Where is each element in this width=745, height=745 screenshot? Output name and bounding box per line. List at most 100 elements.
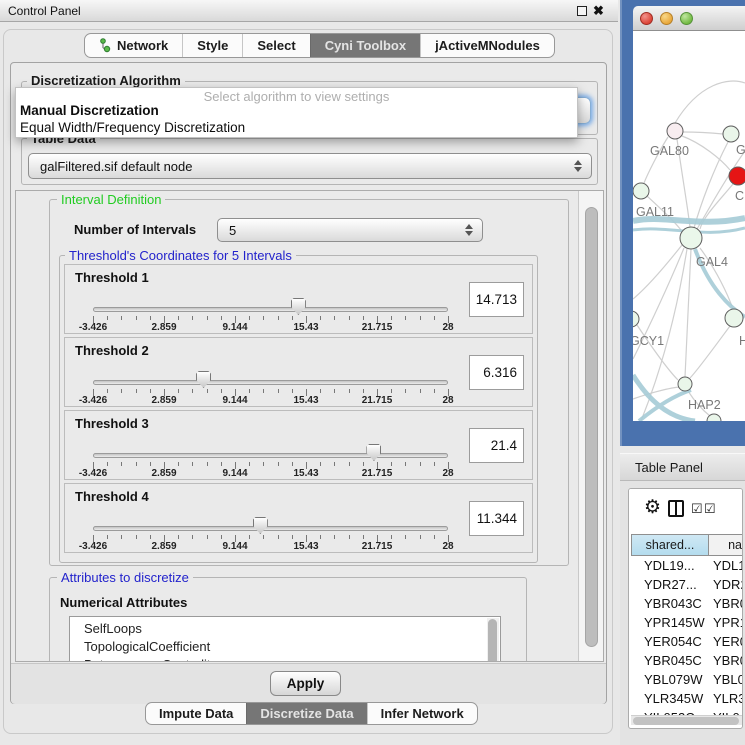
network-node-c[interactable] [729,167,745,185]
table-data-combo[interactable]: galFiltered.sif default node [28,153,592,179]
attributes-list-scrollbar[interactable] [487,618,499,662]
cell-shared-name[interactable]: YIL052C [631,708,709,715]
bottom-tab-impute-data[interactable]: Impute Data [146,703,246,724]
network-canvas[interactable]: GAL80GACGAL11GAL4GCY1HHAP2 [633,31,745,421]
network-node-label: GAL4 [696,255,728,269]
network-node-gcy1[interactable] [633,311,639,327]
network-node-gal80[interactable] [667,123,683,139]
network-window-titlebar[interactable] [633,6,745,31]
table-row[interactable]: YDR27...YDR2 [631,575,743,594]
cell-shared-name[interactable]: YDR27... [631,575,709,594]
table-panel-titlebar: Table Panel [620,453,745,481]
checked-box-icon[interactable]: ☑ [691,501,703,517]
bottom-tab-infer-network[interactable]: Infer Network [367,703,477,724]
bottom-tab-label: Infer Network [381,706,464,721]
tab-label: jActiveMNodules [435,38,540,53]
close-traffic-light-icon[interactable] [640,12,653,25]
attribute-item-selfloops[interactable]: SelfLoops [70,620,500,638]
attribute-item-topologicalcoefficient[interactable]: TopologicalCoefficient [70,638,500,656]
slider-thumb[interactable] [291,298,306,315]
slider-track[interactable] [93,380,448,385]
attribute-item-betweennesscentrality[interactable]: BetweennessCentrality [70,656,500,662]
threshold-value-field[interactable]: 11.344 [469,501,524,536]
zoom-traffic-light-icon[interactable] [680,12,693,25]
threshold-panel-threshold-2: Threshold 2-3.4262.8599.14415.4321.71528… [64,337,533,407]
cell-shared-name[interactable]: YDL19... [631,556,709,575]
cell-shared-name[interactable]: YBL079W [631,670,709,689]
algorithm-option-manual-discretization[interactable]: Manual Discretization [20,103,159,118]
table-toolbar: ⚙ ☑ ☑ [629,489,742,529]
tab-style[interactable]: Style [182,34,242,57]
slider-track[interactable] [93,453,448,458]
attributes-list[interactable]: SelfLoopsTopologicalCoefficientBetweenne… [69,616,501,662]
cell-shared-name[interactable]: YLR345W [631,689,709,708]
cell-name[interactable]: YBR0 [709,651,743,670]
cell-name[interactable]: YIL0 [709,708,743,715]
cell-name[interactable]: YDL1 [709,556,743,575]
network-node-gal4[interactable] [680,227,702,249]
close-icon[interactable]: ✖ [593,2,604,20]
screen: Control Panel ✖ NetworkStyleSelectCyni T… [0,0,745,745]
table-row[interactable]: YBL079WYBL0 [631,670,743,689]
threshold-value-field[interactable]: 21.4 [469,428,524,463]
table-row[interactable]: YBR045CYBR0 [631,651,743,670]
slider-thumb[interactable] [196,371,211,388]
slider-thumb[interactable] [366,444,381,461]
checked-box-icon[interactable]: ☑ [704,501,716,517]
table-row[interactable]: YIL052CYIL0 [631,708,743,715]
table-row[interactable]: YPR145WYPR1 [631,613,743,632]
table-row[interactable]: YBR043CYBR0 [631,594,743,613]
settings-gear-icon[interactable]: ⚙ [644,496,661,519]
apply-button[interactable]: Apply [270,671,341,696]
cell-name[interactable]: YBL0 [709,670,743,689]
cell-shared-name[interactable]: YBR045C [631,651,709,670]
threshold-value-field[interactable]: 6.316 [469,355,524,390]
network-node-label: GAL80 [650,144,689,158]
float-window-icon[interactable] [577,6,587,16]
number-of-intervals-combo[interactable]: 5 [217,218,483,242]
tab-cyni-toolbox[interactable]: Cyni Toolbox [310,34,420,57]
cell-name[interactable]: YLR3 [709,689,743,708]
table-row[interactable]: YER054CYER0 [631,632,743,651]
column-header-name[interactable]: na [709,534,743,556]
threshold-panel-threshold-4: Threshold 4-3.4262.8599.14415.4321.71528… [64,483,533,553]
slider-thumb[interactable] [253,517,268,534]
network-node-label: GA [736,143,745,157]
cell-name[interactable]: YBR0 [709,594,743,613]
cell-name[interactable]: YPR1 [709,613,743,632]
cell-name[interactable]: YER0 [709,632,743,651]
slider-track[interactable] [93,526,448,531]
threshold-value-field[interactable]: 14.713 [469,282,524,317]
bottom-tabbar: Impute Data Discretize Data Infer Network [145,702,478,725]
algorithm-dropdown: Select algorithm to view settings Manual… [15,87,578,138]
column-layout-icon[interactable] [668,500,684,517]
bottom-tab-label: Discretize Data [260,706,353,721]
tab-select[interactable]: Select [242,34,309,57]
table-row[interactable]: YLR345WYLR3 [631,689,743,708]
column-header-shared[interactable]: shared... [631,534,709,556]
table-body: YDL19...YDL1YDR27...YDR2YBR043CYBR0YPR14… [631,556,743,715]
network-node-ga[interactable] [723,126,739,142]
tab-jactivemnodules[interactable]: jActiveMNodules [420,34,554,57]
network-node-h[interactable] [725,309,743,327]
table-panel-card: ⚙ ☑ ☑ shared... na YDL19...YDL1YDR27...Y… [628,488,743,729]
slider-track[interactable] [93,307,448,312]
table-row[interactable]: YDL19...YDL1 [631,556,743,575]
bottom-tab-label: Impute Data [159,706,233,721]
cell-shared-name[interactable]: YER054C [631,632,709,651]
panel-vertical-scrollbar[interactable] [578,191,604,661]
combo-arrows-icon [574,160,582,172]
minimize-traffic-light-icon[interactable] [660,12,673,25]
threshold-panel-threshold-1: Threshold 1-3.4262.8599.14415.4321.71528… [64,264,533,334]
table-horizontal-scrollbar[interactable] [631,715,743,725]
algorithm-option-equal-width-frequency-discretization[interactable]: Equal Width/Frequency Discretization [20,120,245,135]
network-node-gal11[interactable] [633,183,649,199]
cell-shared-name[interactable]: YBR043C [631,594,709,613]
network-node-label: GCY1 [633,334,664,348]
network-node-hap2[interactable] [678,377,692,391]
cell-name[interactable]: YDR2 [709,575,743,594]
cell-shared-name[interactable]: YPR145W [631,613,709,632]
bottom-tab-discretize-data[interactable]: Discretize Data [246,703,366,724]
tab-network[interactable]: Network [85,34,182,57]
network-node-label: GAL11 [636,205,674,219]
